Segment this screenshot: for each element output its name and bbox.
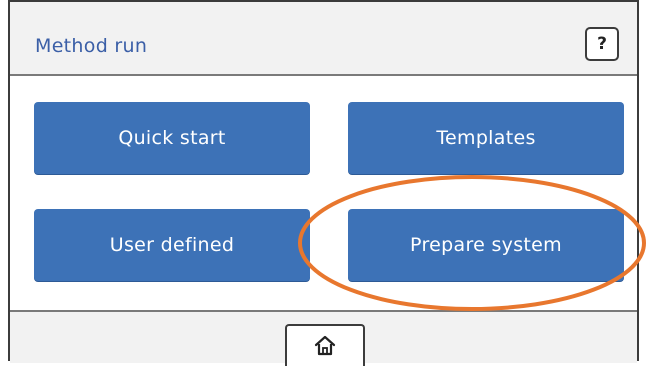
templates-button[interactable]: Templates [348, 102, 624, 174]
page-title: Method run [35, 35, 148, 57]
prepare-system-button[interactable]: Prepare system [348, 209, 624, 281]
method-run-menu: Quick start Templates User defined Prepa… [10, 76, 637, 310]
footer-bar [10, 310, 637, 366]
home-icon [314, 335, 336, 356]
header-bar: Method run ? [10, 2, 637, 76]
help-button[interactable]: ? [585, 27, 619, 61]
user-defined-button[interactable]: User defined [34, 209, 310, 281]
home-button[interactable] [285, 324, 365, 366]
method-run-panel: Method run ? Quick start Templates User … [8, 0, 639, 366]
quick-start-button[interactable]: Quick start [34, 102, 310, 174]
